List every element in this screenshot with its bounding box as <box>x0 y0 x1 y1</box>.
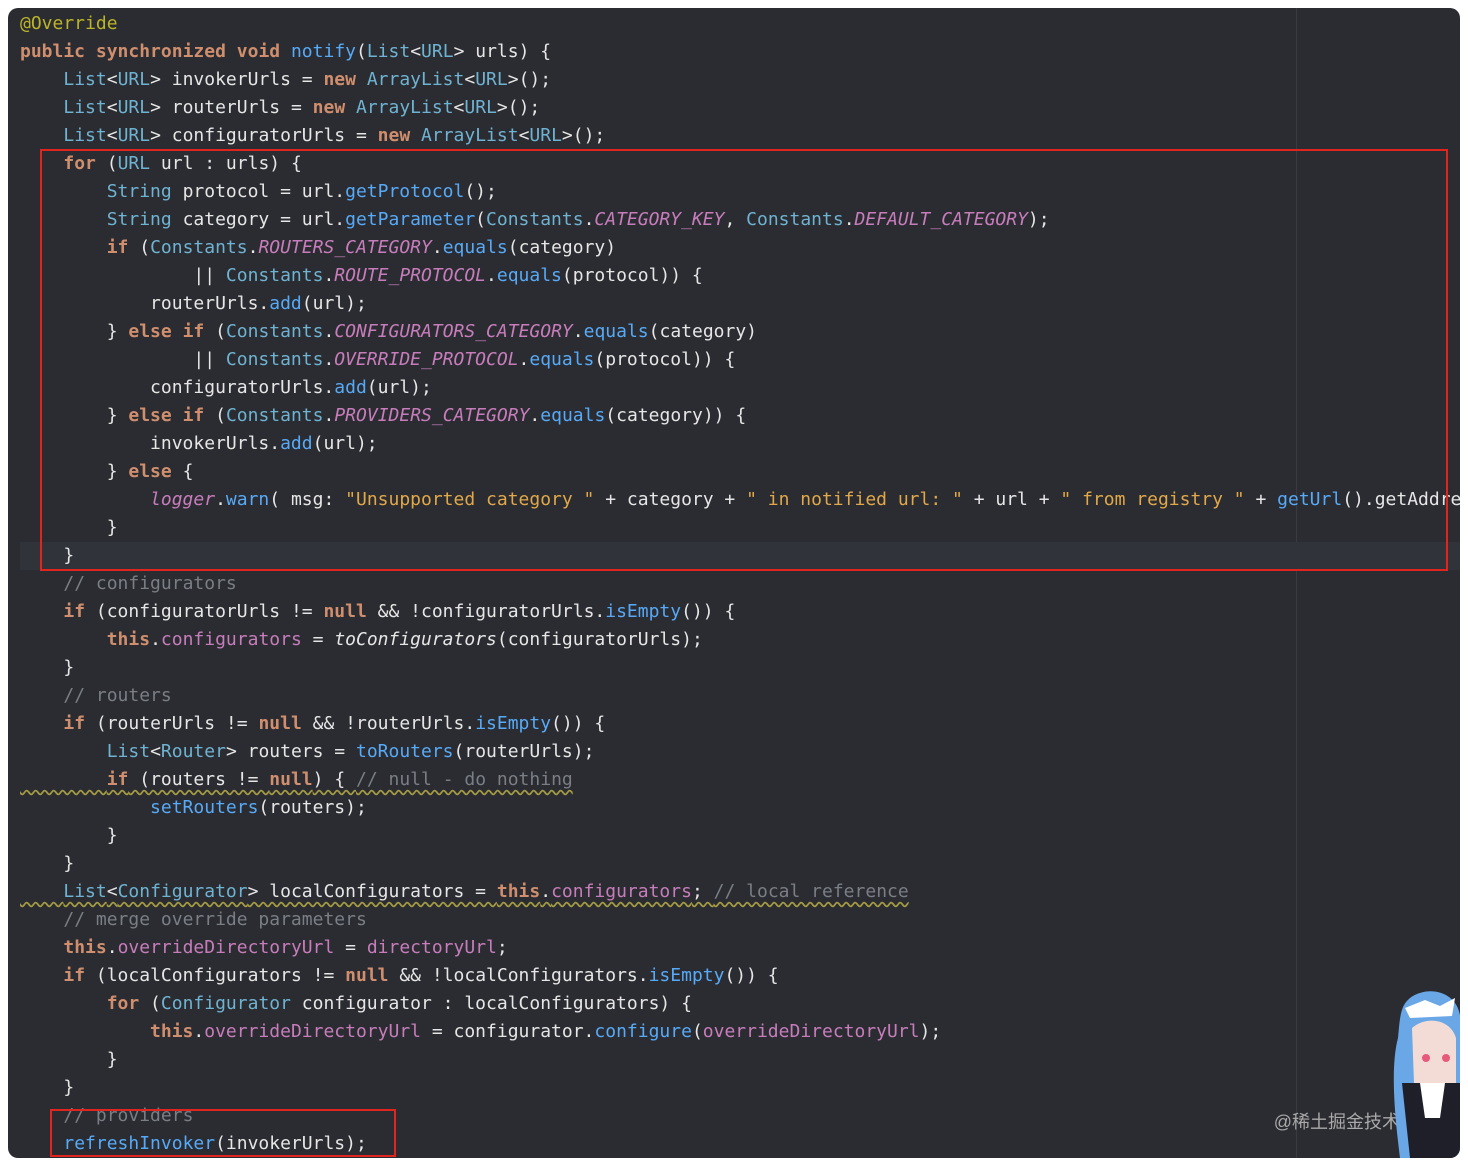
code-line[interactable]: // providers <box>20 1102 1460 1130</box>
code-line[interactable]: List<Router> routers = toRouters(routerU… <box>20 738 1460 766</box>
code-line[interactable]: setRouters(routers); <box>20 794 1460 822</box>
code-line[interactable]: if (Constants.ROUTERS_CATEGORY.equals(ca… <box>20 234 1460 262</box>
code-line[interactable]: } <box>20 654 1460 682</box>
mascot-image <box>1393 991 1460 1158</box>
code-line[interactable]: String category = url.getParameter(Const… <box>20 206 1460 234</box>
code-line[interactable]: } else if (Constants.CONFIGURATORS_CATEG… <box>20 318 1460 346</box>
code-line[interactable]: || Constants.OVERRIDE_PROTOCOL.equals(pr… <box>20 346 1460 374</box>
code-line[interactable]: } <box>20 514 1460 542</box>
code-line[interactable]: String protocol = url.getProtocol(); <box>20 178 1460 206</box>
code-line[interactable]: List<URL> invokerUrls = new ArrayList<UR… <box>20 66 1460 94</box>
code-line[interactable]: || Constants.ROUTE_PROTOCOL.equals(proto… <box>20 262 1460 290</box>
code-line[interactable]: logger.warn( msg: "Unsupported category … <box>20 486 1460 514</box>
code-line[interactable]: // routers <box>20 682 1460 710</box>
code-line[interactable]: } <box>20 822 1460 850</box>
code-line[interactable]: if (routerUrls != null && !routerUrls.is… <box>20 710 1460 738</box>
code-line[interactable]: configuratorUrls.add(url); <box>20 374 1460 402</box>
code-line[interactable]: this.configurators = toConfigurators(con… <box>20 626 1460 654</box>
code-line[interactable]: } <box>20 850 1460 878</box>
code-line[interactable]: refreshInvoker(invokerUrls); <box>20 1130 1460 1158</box>
code-line[interactable]: if (routers != null) { // null - do noth… <box>20 766 1460 794</box>
code-line[interactable]: } else { <box>20 458 1460 486</box>
code-line[interactable]: // configurators <box>20 570 1460 598</box>
code-line[interactable]: if (configuratorUrls != null && !configu… <box>20 598 1460 626</box>
code-line[interactable]: } <box>20 1074 1460 1102</box>
code-line[interactable]: this.overrideDirectoryUrl = directoryUrl… <box>20 934 1460 962</box>
code-line[interactable]: } <box>20 1046 1460 1074</box>
code-line[interactable]: for (Configurator configurator : localCo… <box>20 990 1460 1018</box>
code-line[interactable]: routerUrls.add(url); <box>20 290 1460 318</box>
code-line[interactable]: List<URL> configuratorUrls = new ArrayLi… <box>20 122 1460 150</box>
code-line[interactable]: @Override <box>20 10 1460 38</box>
code-line[interactable]: invokerUrls.add(url); <box>20 430 1460 458</box>
code-line[interactable]: List<URL> routerUrls = new ArrayList<URL… <box>20 94 1460 122</box>
code-line[interactable]: if (localConfigurators != null && !local… <box>20 962 1460 990</box>
code-line[interactable]: for (URL url : urls) { <box>20 150 1460 178</box>
code-editor[interactable]: @Override public synchronized void notify… <box>8 8 1460 1158</box>
code-line[interactable]: } <box>20 542 1460 570</box>
code-line[interactable]: this.overrideDirectoryUrl = configurator… <box>20 1018 1460 1046</box>
code-area[interactable]: @Override public synchronized void notify… <box>20 10 1460 1158</box>
code-line[interactable]: } else if (Constants.PROVIDERS_CATEGORY.… <box>20 402 1460 430</box>
code-line[interactable]: public synchronized void notify(List<URL… <box>20 38 1460 66</box>
code-line[interactable]: // merge override parameters <box>20 906 1460 934</box>
code-line[interactable]: List<Configurator> localConfigurators = … <box>20 878 1460 906</box>
